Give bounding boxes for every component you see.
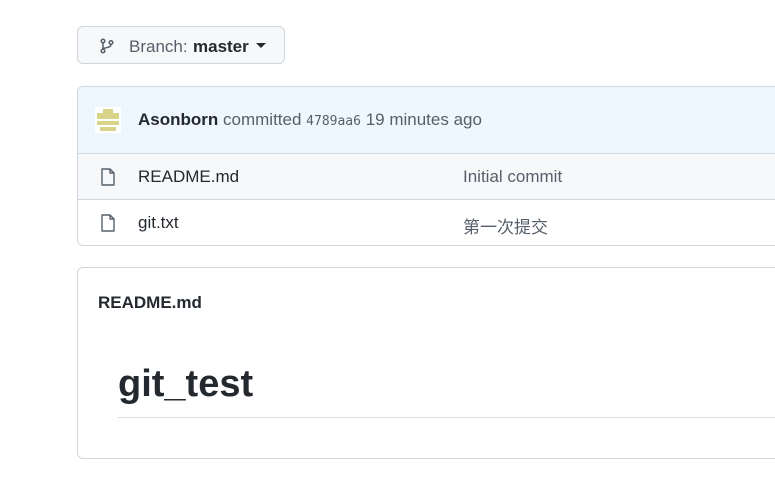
readme-heading: git_test — [118, 363, 254, 405]
file-icon — [101, 168, 115, 186]
divider — [118, 417, 775, 418]
file-commit-message-link[interactable]: 第一次提交 — [463, 213, 548, 238]
git-branch-icon — [100, 38, 114, 54]
file-list: Asonborn committed 4789aa6 19 minutes ag… — [77, 86, 775, 246]
commit-verb: committed — [223, 110, 302, 129]
commit-summary: Asonborn committed 4789aa6 19 minutes ag… — [138, 110, 482, 130]
readme-panel: README.md git_test — [77, 267, 775, 459]
branch-select-button[interactable]: Branch: master — [77, 26, 285, 64]
commit-sha-link[interactable]: 4789aa6 — [306, 114, 361, 129]
avatar[interactable] — [95, 107, 121, 133]
branch-name: master — [193, 37, 249, 56]
readme-title: README.md — [98, 293, 202, 312]
caret-down-icon — [256, 43, 266, 48]
file-commit-message-link[interactable]: Initial commit — [463, 167, 562, 187]
commit-time: 19 minutes ago — [365, 110, 482, 129]
branch-label: Branch: — [129, 37, 188, 56]
file-row: README.md Initial commit — [78, 154, 775, 200]
latest-commit-bar: Asonborn committed 4789aa6 19 minutes ag… — [78, 87, 775, 154]
file-name-link[interactable]: git.txt — [138, 213, 179, 233]
commit-author-link[interactable]: Asonborn — [138, 110, 218, 129]
file-row: git.txt 第一次提交 — [78, 200, 775, 245]
file-icon — [101, 214, 115, 232]
file-name-link[interactable]: README.md — [138, 167, 239, 187]
